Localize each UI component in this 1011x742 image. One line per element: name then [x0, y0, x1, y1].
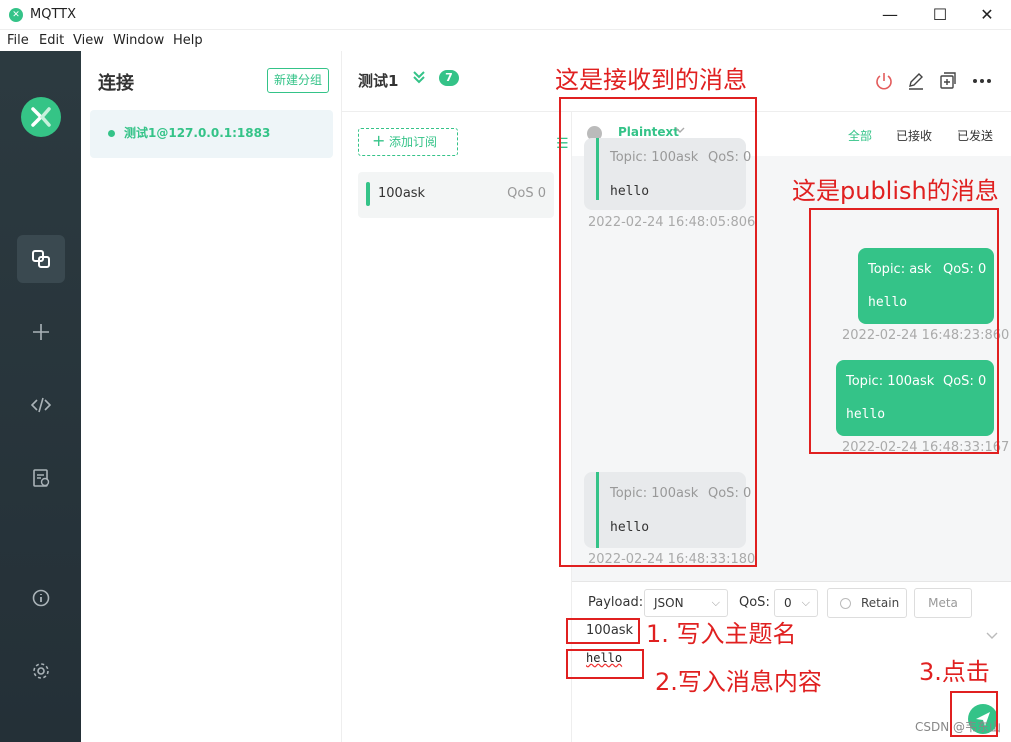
subscription-color-bar	[366, 182, 370, 206]
received-annotation-box	[559, 97, 757, 567]
qos-value: 0	[784, 596, 792, 610]
filter-all[interactable]: 全部	[848, 127, 872, 144]
connection-item[interactable]: 测试1@127.0.0.1:1883	[90, 110, 333, 158]
filter-sent[interactable]: 已发送	[957, 127, 993, 144]
menu-help[interactable]: Help	[173, 33, 203, 48]
gear-icon	[33, 663, 49, 679]
payload-label: Payload:	[588, 595, 644, 610]
publish-annotation-box	[809, 208, 999, 454]
retain-label: Retain	[861, 596, 900, 610]
step3-annotation: 3.点击	[919, 658, 990, 686]
menu-window[interactable]: Window	[113, 33, 164, 48]
more-icon[interactable]	[972, 71, 992, 91]
window-title: MQTTX	[30, 7, 77, 22]
payload-format-select[interactable]: JSON ⌵	[644, 589, 728, 617]
topic-annotation-box	[566, 618, 640, 644]
subscriptions-panel: + 添加订阅 ☰ 100ask QoS 0	[342, 111, 572, 742]
mqttx-logo-icon: ✕	[9, 8, 23, 22]
subscription-item[interactable]: 100ask QoS 0	[358, 172, 554, 218]
connections-title: 连接	[98, 73, 134, 94]
new-window-icon[interactable]	[938, 71, 958, 91]
connection-header-name: 测试1	[358, 72, 399, 90]
subscription-topic: 100ask	[378, 186, 426, 201]
add-subscription-button[interactable]: + 添加订阅	[358, 128, 458, 156]
connections-icon	[32, 250, 50, 268]
code-icon	[31, 397, 51, 413]
nav-log[interactable]	[17, 454, 65, 502]
qos-select[interactable]: 0 ⌵	[774, 589, 818, 617]
edit-icon[interactable]	[906, 71, 926, 91]
chevron-down-icon: ⌵	[801, 596, 810, 609]
step1-annotation: 1. 写入主题名	[646, 620, 797, 648]
menu-bar: File Edit View Window Help	[0, 31, 1011, 51]
retain-radio-icon	[840, 598, 851, 609]
nav-script[interactable]	[17, 381, 65, 429]
add-subscription-label: 添加订阅	[389, 135, 438, 149]
subscription-qos: QoS 0	[507, 186, 546, 201]
step2-annotation: 2.写入消息内容	[655, 668, 822, 696]
close-button[interactable]: ✕	[972, 4, 1002, 26]
qos-label: QoS:	[739, 595, 770, 610]
message-count-badge: 7	[439, 70, 459, 86]
menu-view[interactable]: View	[73, 33, 104, 48]
side-nav	[0, 51, 81, 742]
title-bar: ✕ MQTTX — ☐ ✕	[0, 0, 1011, 30]
nav-about[interactable]	[17, 574, 65, 622]
menu-edit[interactable]: Edit	[39, 33, 64, 48]
publish-annotation-label: 这是publish的消息	[792, 177, 999, 205]
chevron-down-icon[interactable]	[985, 628, 999, 642]
nav-settings[interactable]	[17, 647, 65, 695]
send-annotation-box	[950, 691, 998, 737]
nav-connections[interactable]	[17, 235, 65, 283]
mqttx-brand-icon	[21, 97, 61, 137]
chevron-double-down-icon[interactable]	[411, 69, 427, 85]
meta-button[interactable]: Meta	[914, 588, 972, 618]
minimize-button[interactable]: —	[875, 4, 905, 26]
log-icon	[33, 469, 50, 487]
new-group-button[interactable]: 新建分组	[267, 68, 329, 93]
connection-name: 测试1@127.0.0.1:1883	[124, 126, 271, 140]
retain-checkbox[interactable]: Retain	[827, 588, 907, 618]
nav-new-connection[interactable]	[17, 308, 65, 356]
chevron-down-icon: ⌵	[711, 596, 720, 609]
payload-format-value: JSON	[654, 596, 684, 610]
received-annotation-label: 这是接收到的消息	[555, 66, 747, 94]
payload-annotation-box	[566, 649, 644, 679]
info-icon	[32, 589, 50, 607]
maximize-button[interactable]: ☐	[925, 4, 955, 26]
plus-icon	[33, 324, 49, 340]
menu-file[interactable]: File	[7, 33, 29, 48]
disconnect-icon[interactable]	[874, 71, 894, 91]
filter-received[interactable]: 已接收	[896, 127, 932, 144]
plus-icon: +	[372, 131, 386, 150]
connected-status-icon	[108, 130, 115, 137]
connections-panel: 连接 新建分组 测试1@127.0.0.1:1883	[81, 51, 342, 742]
